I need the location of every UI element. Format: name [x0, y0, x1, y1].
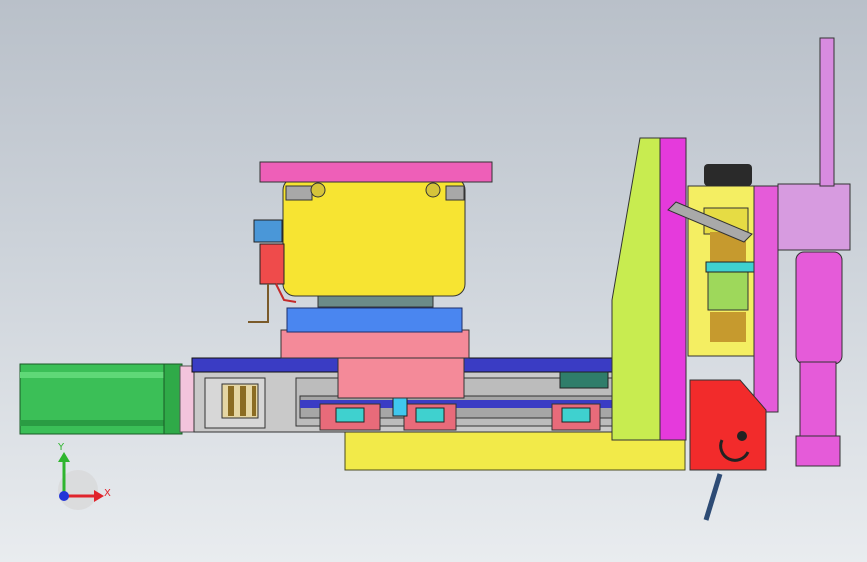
cylinder-mount — [753, 185, 779, 413]
motor-flange — [179, 365, 195, 433]
carriage[interactable] — [337, 355, 465, 399]
shaft-coupling[interactable] — [221, 383, 259, 419]
assembly-model[interactable] — [0, 0, 867, 562]
servo-motor[interactable] — [19, 363, 183, 435]
cylinder-head[interactable] — [777, 183, 851, 251]
magenta-plate[interactable] — [659, 137, 687, 441]
y-axis-label: Y — [58, 442, 65, 453]
sensor-block[interactable] — [282, 177, 466, 297]
clamp-handle[interactable] — [703, 473, 723, 521]
axis-triad — [58, 452, 104, 510]
spring-guide-assembly[interactable] — [687, 164, 755, 357]
sensor-bracket — [559, 371, 609, 389]
carriage-adapter — [280, 329, 470, 359]
x-axis-label: X — [104, 488, 111, 499]
top-plate[interactable] — [259, 161, 493, 183]
mounting-plate — [317, 294, 434, 308]
slide-table[interactable] — [286, 307, 463, 333]
cad-viewport[interactable]: Y X — [0, 0, 867, 562]
air-cylinder[interactable] — [795, 251, 843, 467]
vertical-rod[interactable] — [819, 37, 835, 187]
side-wall[interactable] — [611, 137, 661, 441]
